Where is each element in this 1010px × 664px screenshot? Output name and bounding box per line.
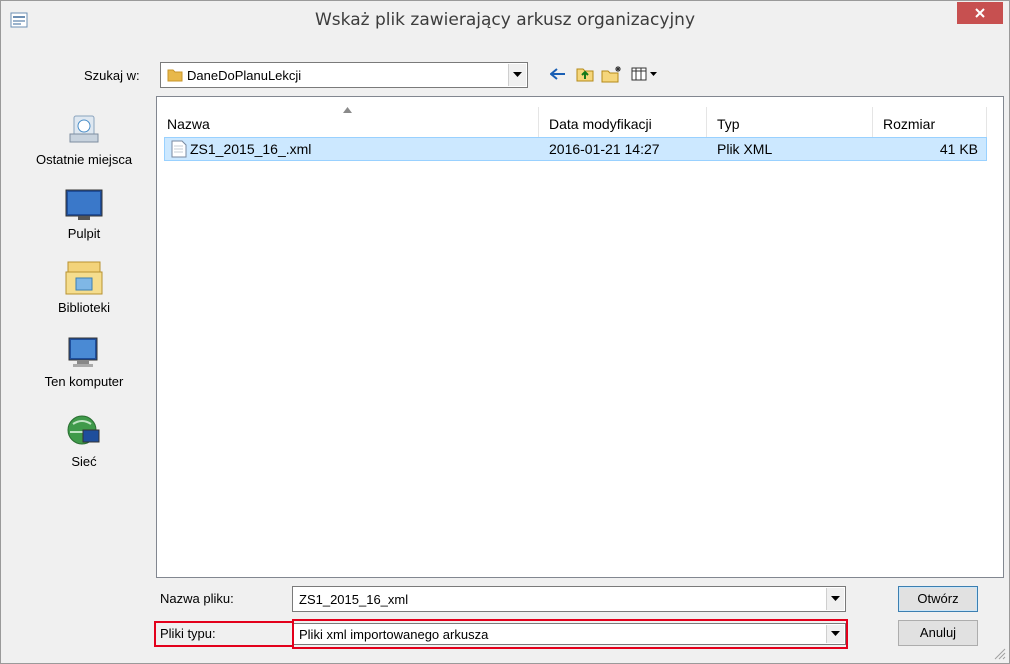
column-header-date[interactable]: Data modyfikacji	[539, 107, 707, 141]
place-label: Sieć	[71, 454, 97, 469]
title-bar[interactable]: Wskaż plik zawierający arkusz organizacy…	[1, 1, 1009, 39]
file-list-header: Nazwa Data modyfikacji Typ Rozmiar	[157, 107, 987, 141]
place-this-pc[interactable]: Ten komputer	[16, 336, 152, 389]
filename-dropdown-arrow[interactable]	[826, 588, 844, 610]
place-label: Pulpit	[67, 226, 101, 241]
up-folder-icon	[576, 68, 594, 82]
view-menu-button[interactable]	[630, 63, 660, 85]
xml-file-icon	[171, 140, 187, 158]
close-icon	[975, 8, 985, 18]
file-name: ZS1_2015_16_.xml	[190, 141, 312, 157]
folder-icon	[167, 69, 183, 82]
places-bar: Ostatnie miejsca Pulpit Biblioteki Ten k…	[16, 96, 152, 652]
cancel-button[interactable]: Anuluj	[898, 620, 978, 646]
place-label: Ostatnie miejsca	[35, 152, 133, 167]
look-in-combo[interactable]: DaneDoPlanuLekcji	[160, 62, 528, 88]
computer-icon	[68, 337, 98, 367]
back-button[interactable]	[548, 63, 568, 85]
place-network[interactable]: Sieć	[16, 414, 152, 469]
column-header-name[interactable]: Nazwa	[157, 107, 539, 141]
place-label: Ten komputer	[44, 374, 124, 389]
network-icon	[67, 415, 100, 445]
place-desktop[interactable]: Pulpit	[16, 188, 152, 241]
sort-ascending-icon	[343, 107, 352, 113]
column-header-type[interactable]: Typ	[707, 107, 873, 141]
place-label: Biblioteki	[57, 300, 111, 315]
filename-input[interactable]: ZS1_2015_16_xml	[292, 586, 846, 612]
up-folder-button[interactable]	[574, 63, 596, 85]
chevron-down-icon	[513, 72, 522, 77]
new-folder-icon	[601, 66, 621, 83]
window-title: Wskaż plik zawierający arkusz organizacy…	[314, 10, 696, 30]
highlight-box-select	[292, 619, 848, 649]
place-libraries[interactable]: Biblioteki	[16, 260, 152, 315]
desktop-icon	[65, 189, 103, 220]
resize-grip-icon[interactable]	[992, 646, 1006, 660]
open-button[interactable]: Otwórz	[898, 586, 978, 612]
close-button[interactable]	[957, 2, 1003, 24]
column-header-size[interactable]: Rozmiar	[873, 107, 987, 141]
back-arrow-icon	[550, 68, 565, 80]
view-menu-icon	[631, 67, 657, 81]
filename-value: ZS1_2015_16_xml	[299, 592, 409, 607]
place-recent[interactable]: Ostatnie miejsca	[16, 112, 152, 167]
recent-places-icon	[69, 115, 99, 143]
look-in-value: DaneDoPlanuLekcji	[187, 68, 302, 83]
file-row[interactable]: ZS1_2015_16_.xml 2016-01-21 14:27 Plik X…	[164, 137, 987, 161]
libraries-icon	[65, 261, 103, 295]
chevron-down-icon	[831, 596, 840, 601]
look-in-dropdown-arrow[interactable]	[508, 64, 526, 86]
file-modified: 2016-01-21 14:27	[549, 141, 660, 157]
filename-label: Nazwa pliku:	[160, 591, 234, 606]
look-in-label: Szukaj w:	[84, 68, 140, 83]
highlight-box-label	[154, 621, 294, 647]
file-type: Plik XML	[717, 141, 773, 157]
new-folder-button[interactable]	[600, 63, 624, 85]
file-list[interactable]: Nazwa Data modyfikacji Typ Rozmiar ZS1_2…	[156, 96, 1004, 578]
file-size: 41 KB	[939, 141, 978, 157]
